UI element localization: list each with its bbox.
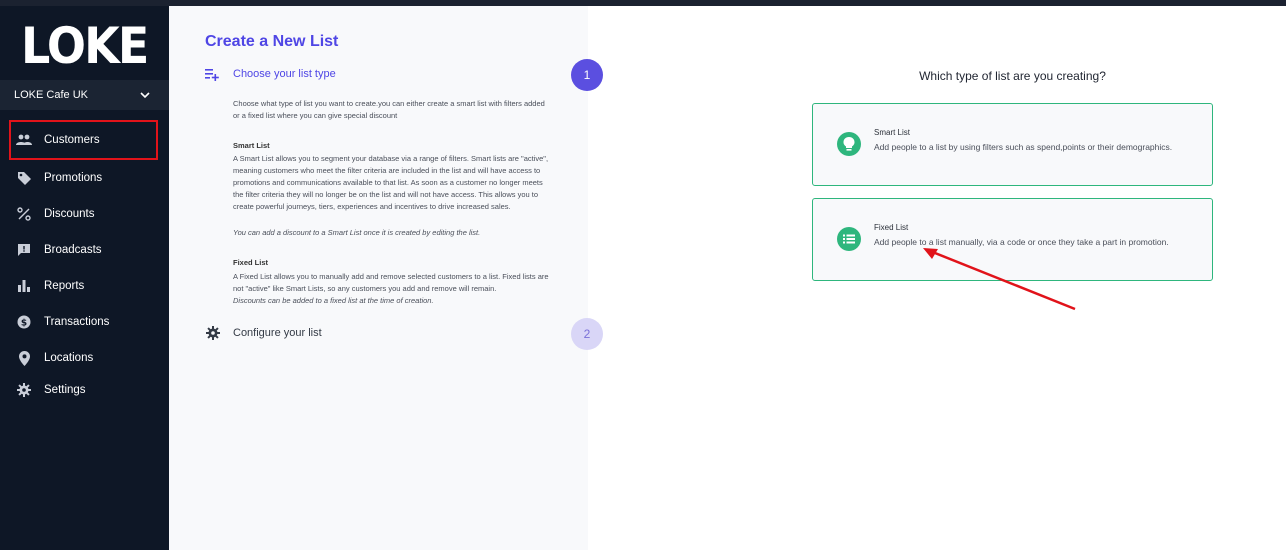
dollar-circle-icon: $ bbox=[16, 314, 32, 330]
wizard-panel: Create a New List Choose your list type … bbox=[169, 6, 603, 550]
store-selector[interactable]: LOKE Cafe UK bbox=[0, 80, 169, 110]
location-pin-icon bbox=[16, 350, 32, 366]
logo: LOKE bbox=[21, 17, 149, 75]
sidebar-item-customers[interactable]: Customers bbox=[9, 120, 158, 160]
sidebar-item-label: Reports bbox=[44, 280, 85, 292]
store-name: LOKE Cafe UK bbox=[14, 89, 88, 101]
sidebar-item-broadcasts[interactable]: Broadcasts bbox=[0, 232, 169, 268]
percent-icon bbox=[16, 206, 32, 222]
bar-chart-icon bbox=[16, 278, 32, 294]
svg-text:$: $ bbox=[21, 319, 27, 329]
sidebar-nav: Customers Promotions Discounts Broadcast… bbox=[0, 120, 169, 408]
sidebar-item-discounts[interactable]: Discounts bbox=[0, 196, 169, 232]
step-2-title[interactable]: Configure your list bbox=[233, 327, 322, 339]
list-type-question: Which type of list are you creating? bbox=[919, 69, 1106, 83]
smart-list-title: Smart List bbox=[874, 128, 911, 137]
smart-list-note: You can add a discount to a Smart List o… bbox=[233, 228, 481, 237]
sidebar-item-label: Broadcasts bbox=[44, 244, 102, 256]
chevron-down-icon bbox=[140, 92, 150, 99]
step-1-title[interactable]: Choose your list type bbox=[233, 68, 336, 80]
sidebar-item-label: Promotions bbox=[44, 172, 103, 184]
sidebar-item-label: Locations bbox=[44, 352, 94, 364]
smart-list-description: A Smart List allows you to segment your … bbox=[233, 154, 549, 211]
gear-icon bbox=[16, 382, 32, 398]
gear-icon bbox=[206, 326, 220, 340]
sidebar-item-reports[interactable]: Reports bbox=[0, 268, 169, 304]
fixed-list-title: Fixed List bbox=[874, 223, 909, 232]
sidebar-item-locations[interactable]: Locations bbox=[0, 340, 169, 376]
step-1-intro: Choose what type of list you want to cre… bbox=[233, 99, 545, 120]
page-title: Create a New List bbox=[205, 33, 339, 50]
fixed-list-heading: Fixed List bbox=[233, 258, 269, 267]
sidebar-item-label: Settings bbox=[44, 384, 86, 396]
sidebar-item-promotions[interactable]: Promotions bbox=[0, 160, 169, 196]
people-icon bbox=[16, 132, 32, 148]
smart-list-heading: Smart List bbox=[233, 141, 270, 150]
sidebar-item-transactions[interactable]: $ Transactions bbox=[0, 304, 169, 340]
sidebar-item-label: Discounts bbox=[44, 208, 95, 220]
step-2-indicator: 2 bbox=[571, 318, 603, 350]
sidebar-item-settings[interactable]: Settings bbox=[0, 372, 169, 408]
smart-list-option-description: Add people to a list by using filters su… bbox=[874, 142, 1173, 152]
sidebar-item-label: Transactions bbox=[44, 316, 110, 328]
message-alert-icon bbox=[16, 242, 32, 258]
fixed-list-note: Discounts can be added to a fixed list a… bbox=[233, 296, 434, 305]
fixed-list-description: A Fixed List allows you to manually add … bbox=[233, 272, 549, 293]
tag-icon bbox=[16, 170, 32, 186]
list-icon bbox=[837, 227, 861, 251]
lightbulb-icon bbox=[837, 132, 861, 156]
playlist-add-icon bbox=[205, 69, 219, 81]
sidebar: LOKE LOKE Cafe UK Customers Promotions D… bbox=[0, 6, 169, 550]
smart-list-option[interactable]: Smart List Add people to a list by using… bbox=[812, 103, 1213, 186]
sidebar-item-label: Customers bbox=[44, 134, 100, 146]
step-1-indicator: 1 bbox=[571, 59, 603, 91]
annotation-arrow bbox=[923, 248, 1076, 311]
